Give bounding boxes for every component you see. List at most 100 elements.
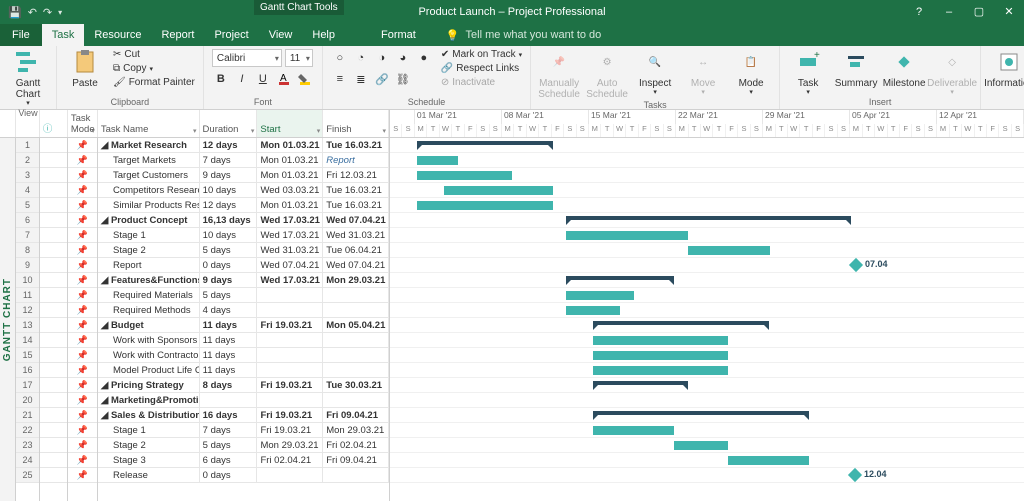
duration-cell[interactable]: 0 days [200, 258, 258, 272]
task-mode-cell[interactable]: 📌 [68, 318, 97, 333]
move-button[interactable]: ↔Move▾ [681, 48, 725, 97]
view-side-label[interactable]: GANTT CHART [0, 138, 16, 501]
row-number[interactable]: 11 [16, 288, 39, 303]
task-bar[interactable] [417, 156, 458, 165]
start-cell[interactable] [257, 363, 323, 377]
unlink-icon[interactable]: ⛓ [394, 70, 412, 88]
task-name-cell[interactable]: ◢ Market Research [98, 138, 200, 152]
col-start[interactable]: Start▾ [257, 110, 323, 137]
milestone-diamond[interactable] [849, 258, 863, 272]
duration-cell[interactable]: 6 days [200, 453, 258, 467]
task-mode-cell[interactable]: 📌 [68, 273, 97, 288]
gantt-row[interactable]: 07.04 [390, 258, 1024, 273]
summary-bar[interactable] [566, 276, 674, 285]
mode-button[interactable]: 📋Mode▾ [729, 48, 773, 97]
gantt-row[interactable]: 12.04 [390, 468, 1024, 483]
task-name-cell[interactable]: ◢ Pricing Strategy [98, 378, 200, 392]
information-button[interactable]: Information [987, 48, 1024, 89]
font-color-button[interactable]: A [275, 70, 293, 88]
col-finish[interactable]: Finish▾ [323, 110, 389, 137]
gantt-row[interactable] [390, 153, 1024, 168]
maximize-button[interactable]: ▢ [964, 0, 994, 24]
table-row[interactable]: ◢ Budget11 daysFri 19.03.21Mon 05.04.21 [98, 318, 389, 333]
task-bar[interactable] [593, 426, 674, 435]
row-number[interactable]: 21 [16, 408, 39, 423]
file-tab[interactable]: File [0, 24, 42, 46]
finish-cell[interactable]: Tue 16.03.21 [323, 198, 389, 212]
progress-0-icon[interactable]: ○ [331, 49, 349, 67]
tab-help[interactable]: Help [302, 24, 345, 46]
finish-cell[interactable]: Tue 06.04.21 [323, 243, 389, 257]
task-name-cell[interactable]: Stage 2 [98, 243, 200, 257]
gantt-row[interactable] [390, 288, 1024, 303]
task-mode-cell[interactable]: 📌 [68, 258, 97, 273]
task-name-cell[interactable]: Release [98, 468, 200, 482]
row-number[interactable]: 5 [16, 198, 39, 213]
duration-cell[interactable]: 8 days [200, 378, 258, 392]
qat-more-icon[interactable]: ▾ [58, 8, 62, 17]
finish-cell[interactable]: Report [323, 153, 389, 167]
table-row[interactable]: Similar Products Resea12 daysMon 01.03.2… [98, 198, 389, 213]
manually-schedule-button[interactable]: 📌Manually Schedule [537, 48, 581, 100]
gantt-chart-pane[interactable]: 07.04 12.04 [390, 138, 1024, 501]
task-bar[interactable] [444, 186, 553, 195]
task-mode-cell[interactable]: 📌 [68, 168, 97, 183]
row-number[interactable]: 3 [16, 168, 39, 183]
start-cell[interactable]: Fri 19.03.21 [257, 378, 323, 392]
finish-cell[interactable]: Tue 30.03.21 [323, 378, 389, 392]
insert-task-button[interactable]: +Task▾ [786, 48, 830, 97]
progress-50-icon[interactable]: ◑ [373, 49, 391, 67]
insert-deliverable-button[interactable]: ◇Deliverable▾ [930, 48, 974, 97]
finish-cell[interactable]: Fri 12.03.21 [323, 168, 389, 182]
table-row[interactable]: Target Markets7 daysMon 01.03.21Report [98, 153, 389, 168]
progress-100-icon[interactable]: ● [415, 49, 433, 67]
row-number[interactable]: 4 [16, 183, 39, 198]
task-bar[interactable] [566, 291, 634, 300]
start-cell[interactable] [257, 348, 323, 362]
close-button[interactable]: ✕ [994, 0, 1024, 24]
summary-bar[interactable] [593, 411, 809, 420]
task-name-cell[interactable]: ◢ Sales & Distribution Strategy [98, 408, 200, 422]
bold-button[interactable]: B [212, 70, 230, 88]
finish-cell[interactable]: Tue 16.03.21 [323, 183, 389, 197]
task-name-cell[interactable]: Required Materials [98, 288, 200, 302]
task-name-cell[interactable]: ◢ Marketing&Promotion [98, 393, 200, 407]
task-bar[interactable] [728, 456, 809, 465]
task-mode-cell[interactable]: 📌 [68, 348, 97, 363]
insert-summary-button[interactable]: Summary [834, 48, 878, 89]
table-row[interactable]: Stage 110 daysWed 17.03.21Wed 31.03.21 [98, 228, 389, 243]
progress-buttons[interactable]: ○ ◔ ◑ ◕ ● [329, 48, 435, 68]
start-cell[interactable]: Wed 17.03.21 [257, 228, 323, 242]
table-row[interactable]: ◢ Market Research12 daysMon 01.03.21Tue … [98, 138, 389, 153]
start-cell[interactable]: Fri 19.03.21 [257, 318, 323, 332]
start-cell[interactable]: Wed 07.04.21 [257, 258, 323, 272]
task-name-cell[interactable]: Work with Contractors [98, 348, 200, 362]
summary-bar[interactable] [593, 381, 688, 390]
gantt-row[interactable] [390, 378, 1024, 393]
task-name-cell[interactable]: Competitors Research [98, 183, 200, 197]
duration-cell[interactable]: 5 days [200, 243, 258, 257]
duration-cell[interactable]: 11 days [200, 333, 258, 347]
table-row[interactable]: Competitors Research10 daysWed 03.03.21T… [98, 183, 389, 198]
start-cell[interactable]: Wed 31.03.21 [257, 243, 323, 257]
progress-25-icon[interactable]: ◔ [352, 49, 370, 67]
copy-button[interactable]: ⧉Copy▾ [111, 62, 197, 75]
outdent-icon[interactable]: ≡ [331, 70, 349, 88]
row-number[interactable]: 2 [16, 153, 39, 168]
paste-button[interactable]: Paste [63, 48, 107, 89]
duration-cell[interactable]: 4 days [200, 303, 258, 317]
table-row[interactable]: ◢ Product Concept16,13 daysWed 17.03.21W… [98, 213, 389, 228]
finish-cell[interactable]: Tue 16.03.21 [323, 138, 389, 152]
task-mode-cell[interactable]: 📌 [68, 408, 97, 423]
link-icon[interactable]: 🔗 [373, 70, 391, 88]
col-duration[interactable]: Duration▾ [200, 110, 258, 137]
progress-75-icon[interactable]: ◕ [394, 49, 412, 67]
row-number[interactable]: 10 [16, 273, 39, 288]
task-bar[interactable] [417, 201, 553, 210]
task-bar[interactable] [688, 246, 770, 255]
duration-cell[interactable]: 7 days [200, 153, 258, 167]
duration-cell[interactable]: 11 days [200, 348, 258, 362]
fill-color-button[interactable] [296, 70, 314, 88]
task-mode-cell[interactable]: 📌 [68, 153, 97, 168]
finish-cell[interactable] [323, 468, 389, 482]
